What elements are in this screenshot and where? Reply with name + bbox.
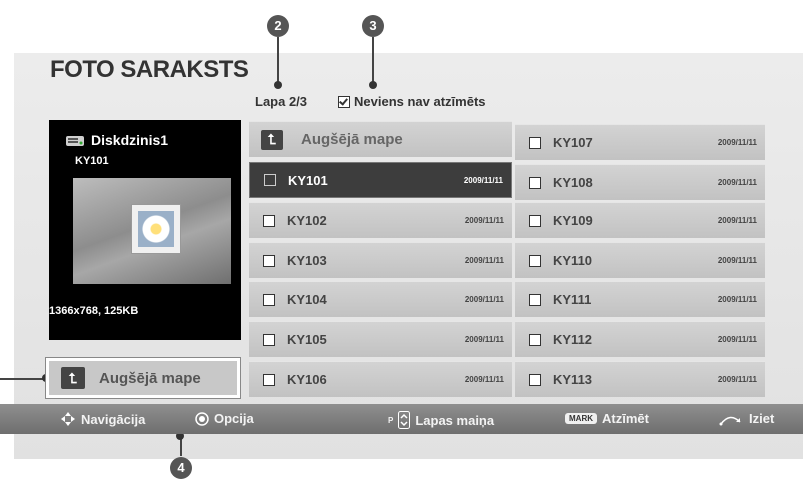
grid-up-label: Augšējā mape [301, 131, 403, 148]
file-date: 2009/11/11 [464, 216, 504, 225]
help-option-label: Opcija [214, 411, 254, 426]
file-name: KY112 [553, 332, 593, 347]
file-item-ky104[interactable]: KY104 2009/11/11 [249, 281, 512, 317]
mark-status: Neviens nav atzīmēts [338, 94, 486, 109]
help-exit: Iziet [718, 411, 774, 426]
page-prefix: P [388, 415, 394, 425]
callout-3-line [372, 37, 374, 82]
file-item-ky109[interactable]: KY109 2009/11/11 [515, 202, 765, 238]
file-item-ky103[interactable]: KY103 2009/11/11 [249, 242, 512, 278]
grid-up-folder[interactable]: ⮤ Augšējā mape [249, 121, 512, 157]
checkbox[interactable] [263, 214, 275, 227]
device-header: Diskdzinis1 [65, 132, 168, 148]
preview-pane: Diskdzinis1 KY101 1366x768, 125KB [49, 120, 241, 340]
callout-4: 4 [170, 457, 192, 479]
folder-up-icon: ⮤ [261, 129, 283, 150]
checkbox[interactable] [263, 293, 275, 306]
navigation-arrows-icon [61, 412, 75, 426]
callout-3-dot [369, 81, 377, 89]
checkbox[interactable] [529, 214, 541, 227]
checkbox[interactable] [529, 136, 541, 149]
file-item-ky108[interactable]: KY108 2009/11/11 [515, 164, 765, 200]
up-folder-button-inner: ⮤ Augšējā mape [49, 361, 237, 395]
file-date: 2009/11/11 [717, 256, 757, 265]
preview-filename: KY101 [75, 155, 109, 167]
file-date: 2009/11/11 [717, 216, 757, 225]
help-navigation-label: Navigācija [81, 411, 146, 427]
checkbox[interactable] [529, 254, 541, 267]
file-date: 2009/11/11 [717, 335, 757, 344]
callout-2: 2 [267, 15, 289, 37]
file-name: KY111 [553, 292, 592, 307]
help-exit-label: Iziet [749, 411, 775, 426]
file-item-ky111[interactable]: KY111 2009/11/11 [515, 281, 765, 317]
file-date: 2009/11/11 [717, 375, 757, 384]
file-name: KY107 [553, 135, 593, 150]
folder-up-icon: ⮤ [61, 367, 85, 389]
file-date: 2009/11/11 [464, 256, 504, 265]
help-page-change: P Lapas maiņa [388, 411, 494, 429]
file-item-ky101[interactable]: KY101 2009/11/11 [249, 162, 512, 198]
checkbox[interactable] [263, 373, 275, 386]
help-option: Opcija [195, 411, 254, 426]
help-page-change-label: Lapas maiņa [415, 412, 495, 428]
file-name: KY102 [287, 213, 327, 228]
callout-2-dot [274, 81, 282, 89]
file-item-ky110[interactable]: KY110 2009/11/11 [515, 242, 765, 278]
help-mark: MARK Atzīmēt [565, 411, 649, 426]
file-date: 2009/11/11 [717, 138, 757, 147]
file-date: 2009/11/11 [464, 295, 504, 304]
page-indicator: Lapa 2/3 [255, 94, 308, 109]
checkbox[interactable] [529, 333, 541, 346]
page-title: FOTO SARAKSTS [50, 56, 249, 83]
file-item-ky105[interactable]: KY105 2009/11/11 [249, 321, 512, 357]
thumbnail-frame [131, 204, 181, 254]
page-updown-icon [398, 411, 411, 429]
file-name: KY109 [553, 213, 593, 228]
file-date: 2009/11/11 [717, 178, 757, 187]
callout-2-line [277, 37, 279, 82]
help-mark-label: Atzīmēt [602, 411, 649, 426]
mark-status-label: Neviens nav atzīmēts [354, 94, 486, 109]
checkbox[interactable] [263, 254, 275, 267]
file-item-ky107[interactable]: KY107 2009/11/11 [515, 124, 765, 160]
file-item-ky112[interactable]: KY112 2009/11/11 [515, 321, 765, 357]
ok-button-icon [195, 411, 209, 426]
help-bar: Navigācija Opcija P Lapas maiņa MARK Atz… [0, 404, 803, 434]
file-name: KY105 [287, 332, 327, 347]
flower-photo [138, 211, 174, 247]
checkbox[interactable] [529, 176, 541, 189]
file-date: 2009/11/11 [464, 335, 504, 344]
file-name: KY108 [553, 175, 593, 190]
file-date: 2009/11/11 [463, 175, 503, 185]
file-date: 2009/11/11 [717, 295, 757, 304]
up-folder-label: Augšējā mape [99, 369, 201, 387]
preview-thumbnail [73, 178, 231, 284]
file-name: KY110 [553, 253, 593, 268]
file-name: KY113 [553, 372, 593, 387]
device-name: Diskdzinis1 [91, 132, 169, 148]
file-name: KY106 [287, 372, 327, 387]
file-item-ky102[interactable]: KY102 2009/11/11 [249, 202, 512, 238]
file-date: 2009/11/11 [464, 375, 504, 384]
file-name: KY103 [287, 253, 327, 268]
drive-icon [66, 136, 84, 146]
preview-info: 1366x768, 125KB [49, 305, 139, 317]
file-item-ky113[interactable]: KY113 2009/11/11 [515, 361, 765, 397]
callout-3: 3 [362, 15, 384, 37]
checkbox[interactable] [263, 333, 275, 346]
file-name: KY104 [287, 292, 327, 307]
checkbox[interactable] [529, 373, 541, 386]
file-item-ky106[interactable]: KY106 2009/11/11 [249, 361, 512, 397]
mark-key-badge: MARK [565, 413, 597, 424]
checkbox[interactable] [529, 293, 541, 306]
up-folder-button[interactable]: ⮤ Augšējā mape [45, 357, 241, 399]
checkbox-icon [338, 95, 350, 108]
callout-left-line [0, 378, 46, 380]
checkbox[interactable] [264, 174, 276, 186]
file-name: KY101 [288, 172, 328, 188]
exit-arrow-icon [719, 416, 741, 425]
help-navigation: Navigācija [60, 411, 145, 427]
